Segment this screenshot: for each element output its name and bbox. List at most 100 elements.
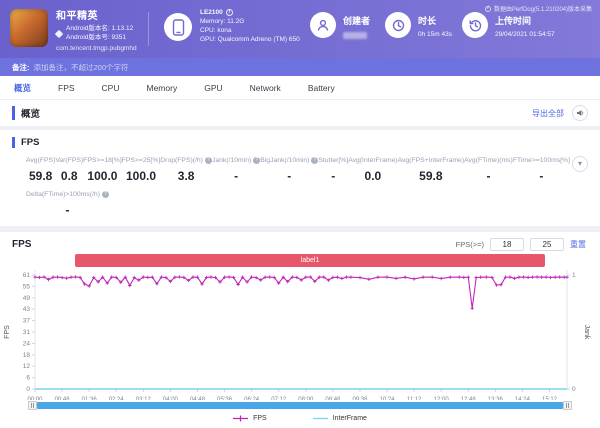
stat-cell: Avg(InterFrame)0.0 xyxy=(348,157,397,183)
overview-section-header: 概览 导出全部 xyxy=(0,100,600,126)
info-icon[interactable]: ? xyxy=(311,157,318,164)
svg-text:03:12: 03:12 xyxy=(136,397,152,400)
scrollbar-right-handle[interactable] xyxy=(563,401,572,410)
stat-label: Avg(InterFrame) xyxy=(348,157,397,164)
device-info-icon[interactable]: i xyxy=(226,9,233,16)
tab-Memory[interactable]: Memory xyxy=(147,83,178,93)
reset-button[interactable]: 重置 xyxy=(570,239,586,250)
fps-chart-card: FPS FPS(>=) 18 25 重置 label1 061218243137… xyxy=(0,232,600,428)
app-info: 和平精英 Android版本名: 1.13.12 Android版本号: 935… xyxy=(56,7,137,52)
fps-stats-row-1: Avg(FPS)59.8Var(FPS)0.8FPS>=18[%]100.0FP… xyxy=(0,157,600,183)
fps-chart-svg[interactable]: 061218243137434955610100:0000:4801:3602:… xyxy=(0,267,600,400)
scrollbar-fill[interactable] xyxy=(37,402,563,409)
svg-text:00:00: 00:00 xyxy=(27,397,43,400)
svg-text:12:00: 12:00 xyxy=(434,397,450,400)
creator-label: 创建者 xyxy=(343,14,370,27)
collapse-card-button[interactable]: ▾ xyxy=(572,156,588,172)
svg-text:43: 43 xyxy=(23,306,31,313)
stat-value: - xyxy=(464,169,513,183)
stat-label: Var(FPS) xyxy=(55,157,83,164)
app-package: com.tencent.tmgp.pubgmhd xyxy=(56,45,137,52)
stat-value: - xyxy=(260,169,318,183)
svg-text:37: 37 xyxy=(23,318,31,325)
stat-cell: FTime>=100ms[%]- xyxy=(513,157,570,183)
legend-label: InterFrame xyxy=(333,415,367,422)
stat-cell: Avg(FPS+InterFrame)59.8 xyxy=(398,157,465,183)
info-icon[interactable]: ? xyxy=(102,191,109,198)
stat-cell: Avg(FTime)(ms) - xyxy=(464,157,513,183)
stat-cell: FPS>=25[%]100.0 xyxy=(122,157,161,183)
svg-text:06:24: 06:24 xyxy=(244,397,260,400)
tab-GPU[interactable]: GPU xyxy=(204,83,222,93)
legend-item-InterFrame[interactable]: InterFrame xyxy=(313,415,367,422)
stat-label: Avg(FPS) xyxy=(26,157,55,164)
chart-range-scrollbar[interactable] xyxy=(28,400,572,410)
legend-item-FPS[interactable]: FPS xyxy=(233,415,267,422)
fps-summary-card: FPS ▾ Avg(FPS)59.8Var(FPS)0.8FPS>=18[%]1… xyxy=(0,130,600,226)
device-name: LE2100 xyxy=(200,8,223,17)
series-markers-FPS xyxy=(33,275,568,310)
stat-cell: BigJank(/10min)? - xyxy=(260,157,318,183)
export-all-button[interactable]: 导出全部 xyxy=(532,108,564,119)
tab-Network[interactable]: Network xyxy=(250,83,281,93)
stat-value: 100.0 xyxy=(122,169,161,183)
stat-label: Stutter[%] xyxy=(318,157,348,164)
svg-text:00:48: 00:48 xyxy=(55,397,71,400)
device-memory: Memory: 11.2G xyxy=(200,17,300,26)
svg-text:10:24: 10:24 xyxy=(380,397,396,400)
tab-FPS[interactable]: FPS xyxy=(58,83,75,93)
tab-CPU[interactable]: CPU xyxy=(102,83,120,93)
creator-block: 创建者 xyxy=(310,12,370,39)
app-version-code: Android版本号: 9351 xyxy=(66,34,133,43)
app-version-name: Android版本名: 1.13.12 xyxy=(66,25,133,34)
fps-chart-title: FPS xyxy=(12,239,31,250)
stat-cell: Jank(/10min)?- xyxy=(212,157,260,183)
report-header: 和平精英 Android版本名: 1.13.12 Android版本号: 935… xyxy=(0,0,600,58)
tab-Battery[interactable]: Battery xyxy=(308,83,335,93)
svg-text:02:24: 02:24 xyxy=(109,397,125,400)
stat-value: 100.0 xyxy=(83,169,122,183)
svg-text:1: 1 xyxy=(572,272,576,279)
legend-marker xyxy=(313,415,328,422)
svg-text:15:12: 15:12 xyxy=(542,397,558,400)
info-icon[interactable]: ? xyxy=(253,157,260,164)
info-icon: i xyxy=(485,6,491,12)
stat-label: Drop(FPS)(/h)? xyxy=(160,157,212,164)
stat-label: Avg(FTime)(ms) xyxy=(464,157,513,164)
svg-text:18: 18 xyxy=(23,352,31,359)
stat-value: 59.8 xyxy=(26,169,55,183)
scrollbar-left-handle[interactable] xyxy=(28,401,37,410)
stat-label: BigJank(/10min)? xyxy=(260,157,318,164)
chart-annotation-banner[interactable]: label1 xyxy=(75,254,545,267)
svg-text:12:48: 12:48 xyxy=(461,397,477,400)
stat-value: 3.8 xyxy=(160,169,212,183)
collector-note: i 数据由PerfDog(5.1.210204)版本采集 xyxy=(485,4,592,13)
overview-title: 概览 xyxy=(12,106,40,120)
clock-icon xyxy=(385,12,411,38)
fps-threshold-input-1[interactable]: 18 xyxy=(490,238,524,251)
svg-text:11:12: 11:12 xyxy=(407,397,422,400)
fps-stats-row-2: Delta(FTime)>100ms(/h)?- xyxy=(0,191,600,217)
fps-threshold-input-2[interactable]: 25 xyxy=(530,238,564,251)
stat-value: - xyxy=(513,169,570,183)
chart-legend: FPS InterFrame xyxy=(0,415,600,422)
svg-text:49: 49 xyxy=(23,295,31,302)
device-gpu: GPU: Qualcomm Adreno (TM) 650 xyxy=(200,35,300,44)
y-axis-label-right: Jank xyxy=(583,325,590,340)
chevron-down-icon: ▾ xyxy=(578,160,582,168)
stat-cell: Avg(FPS) 59.8 xyxy=(26,157,55,183)
header-divider xyxy=(148,12,149,46)
app-title: 和平精英 xyxy=(56,7,137,22)
stat-value: 59.8 xyxy=(398,169,465,183)
duration-block: 时长 0h 15m 43s xyxy=(385,12,452,38)
stat-cell: Stutter[%]- xyxy=(318,157,348,183)
fps-threshold-label: FPS(>=) xyxy=(456,240,484,249)
svg-text:01:36: 01:36 xyxy=(82,397,98,400)
announcement-button[interactable] xyxy=(572,105,588,121)
note-input[interactable]: 备注: 添加备注，不超过200个字符 xyxy=(0,58,600,76)
tab-概览[interactable]: 概览 xyxy=(14,82,31,94)
stat-label: Jank(/10min)? xyxy=(212,157,260,164)
speaker-icon xyxy=(576,109,584,117)
info-icon[interactable]: ? xyxy=(205,157,212,164)
duration-value: 0h 15m 43s xyxy=(418,31,452,38)
